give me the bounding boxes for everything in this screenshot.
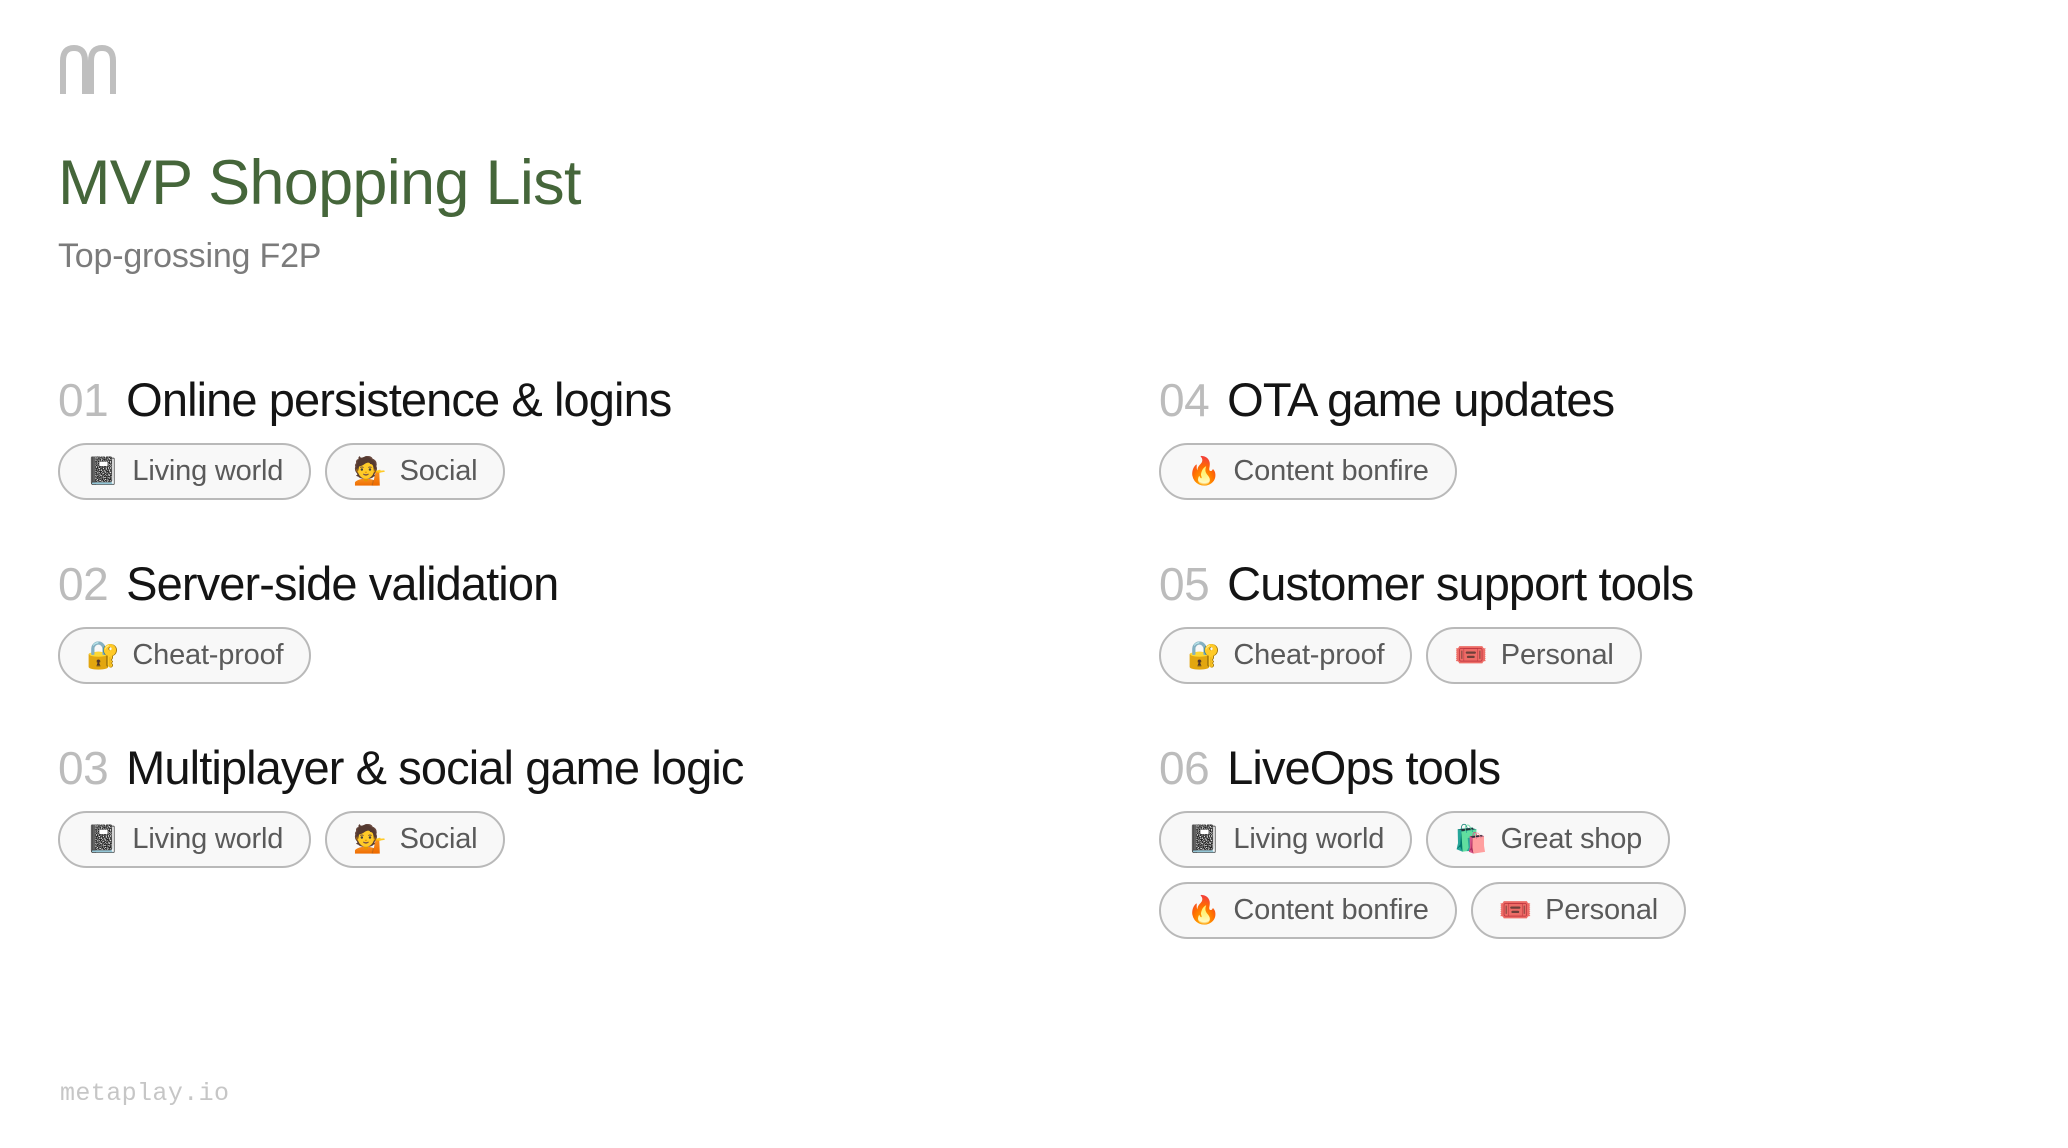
item-title: Customer support tools <box>1227 557 1694 610</box>
shopping-bags-icon: 🛍️ <box>1454 824 1488 855</box>
list-item[interactable]: 03 Multiplayer & social game logic 📓 Liv… <box>58 740 1158 868</box>
tag-label: Social <box>399 455 478 487</box>
tag-list: 🔐 Cheat-proof <box>58 627 778 684</box>
tag-list: 🔥 Content bonfire <box>1159 443 1879 500</box>
items-column-right: 04 OTA game updates 🔥 Content bonfire 05… <box>1158 372 2008 939</box>
item-heading: 04 OTA game updates <box>1159 372 2008 427</box>
tag-label: Great shop <box>1500 823 1643 855</box>
item-title: Multiplayer & social game logic <box>126 741 744 794</box>
tag-label: Personal <box>1500 639 1614 671</box>
notebook-icon: 📓 <box>1187 824 1221 855</box>
item-number: 02 <box>58 558 109 610</box>
tag-pill[interactable]: 💁 Social <box>325 443 506 500</box>
item-heading: 03 Multiplayer & social game logic <box>58 740 1158 795</box>
item-number: 01 <box>58 374 109 426</box>
tag-pill[interactable]: 📓 Living world <box>58 811 312 868</box>
tag-pill[interactable]: 📓 Living world <box>1159 811 1413 868</box>
tag-pill[interactable]: 🔐 Cheat-proof <box>1159 627 1413 684</box>
tag-pill[interactable]: 🎟️ Personal <box>1426 627 1642 684</box>
footer-url: metaplay.io <box>60 1079 230 1108</box>
tag-pill[interactable]: 🔥 Content bonfire <box>1159 443 1457 500</box>
tag-pill[interactable]: 📓 Living world <box>58 443 312 500</box>
tag-pill[interactable]: 🔥 Content bonfire <box>1159 882 1457 939</box>
notebook-icon: 📓 <box>86 824 120 855</box>
tag-label: Content bonfire <box>1233 455 1429 487</box>
item-heading: 02 Server-side validation <box>58 556 1158 611</box>
list-item[interactable]: 01 Online persistence & logins 📓 Living … <box>58 372 1158 500</box>
items-column-left: 01 Online persistence & logins 📓 Living … <box>58 372 1158 939</box>
tag-label: Social <box>399 823 478 855</box>
page-subtitle: Top-grossing F2P <box>58 236 322 275</box>
list-item[interactable]: 05 Customer support tools 🔐 Cheat-proof … <box>1159 556 2008 684</box>
list-item[interactable]: 04 OTA game updates 🔥 Content bonfire <box>1159 372 2008 500</box>
item-heading: 06 LiveOps tools <box>1159 740 2008 795</box>
items-grid: 01 Online persistence & logins 📓 Living … <box>58 372 2008 939</box>
item-title: LiveOps tools <box>1227 741 1501 794</box>
tag-list: 📓 Living world 💁 Social <box>58 443 778 500</box>
notebook-icon: 📓 <box>86 456 120 487</box>
item-number: 03 <box>58 742 109 794</box>
item-number: 05 <box>1159 558 1210 610</box>
item-title: Online persistence & logins <box>126 373 672 426</box>
locked-with-key-icon: 🔐 <box>1187 640 1221 671</box>
tag-label: Living world <box>1233 823 1385 855</box>
tag-pill[interactable]: 💁 Social <box>325 811 506 868</box>
admission-ticket-icon: 🎟️ <box>1454 640 1488 671</box>
tag-label: Content bonfire <box>1233 894 1429 926</box>
tag-list: 🔐 Cheat-proof 🎟️ Personal <box>1159 627 1879 684</box>
person-tipping-hand-icon: 💁 <box>353 456 387 487</box>
item-title: Server-side validation <box>126 557 559 610</box>
page-header: MVP Shopping List Top-grossing F2P <box>58 150 581 276</box>
tag-label: Cheat-proof <box>1233 639 1385 671</box>
slide-root: MVP Shopping List Top-grossing F2P 01 On… <box>0 0 2068 1148</box>
list-item[interactable]: 06 LiveOps tools 📓 Living world 🛍️ Great… <box>1159 740 2008 939</box>
admission-ticket-icon: 🎟️ <box>1498 895 1533 926</box>
tag-pill[interactable]: 🔐 Cheat-proof <box>58 627 312 684</box>
metaplay-m-logo-icon <box>60 45 116 95</box>
item-heading: 05 Customer support tools <box>1159 556 2008 611</box>
tag-label: Living world <box>132 823 284 855</box>
tag-label: Living world <box>132 455 284 487</box>
list-item[interactable]: 02 Server-side validation 🔐 Cheat-proof <box>58 556 1158 684</box>
item-number: 06 <box>1159 742 1210 794</box>
person-tipping-hand-icon: 💁 <box>353 824 387 855</box>
item-heading: 01 Online persistence & logins <box>58 372 1158 427</box>
tag-label: Cheat-proof <box>132 639 284 671</box>
tag-label: Personal <box>1545 894 1659 926</box>
fire-icon: 🔥 <box>1187 895 1221 926</box>
locked-with-key-icon: 🔐 <box>86 640 120 671</box>
fire-icon: 🔥 <box>1187 456 1221 487</box>
item-title: OTA game updates <box>1227 373 1615 426</box>
tag-pill[interactable]: 🎟️ Personal <box>1470 882 1687 939</box>
tag-pill[interactable]: 🛍️ Great shop <box>1426 811 1671 868</box>
page-title: MVP Shopping List <box>58 148 581 218</box>
tag-list: 📓 Living world 🛍️ Great shop 🔥 Content b… <box>1159 811 1889 939</box>
tag-list: 📓 Living world 💁 Social <box>58 811 778 868</box>
item-number: 04 <box>1159 374 1210 426</box>
